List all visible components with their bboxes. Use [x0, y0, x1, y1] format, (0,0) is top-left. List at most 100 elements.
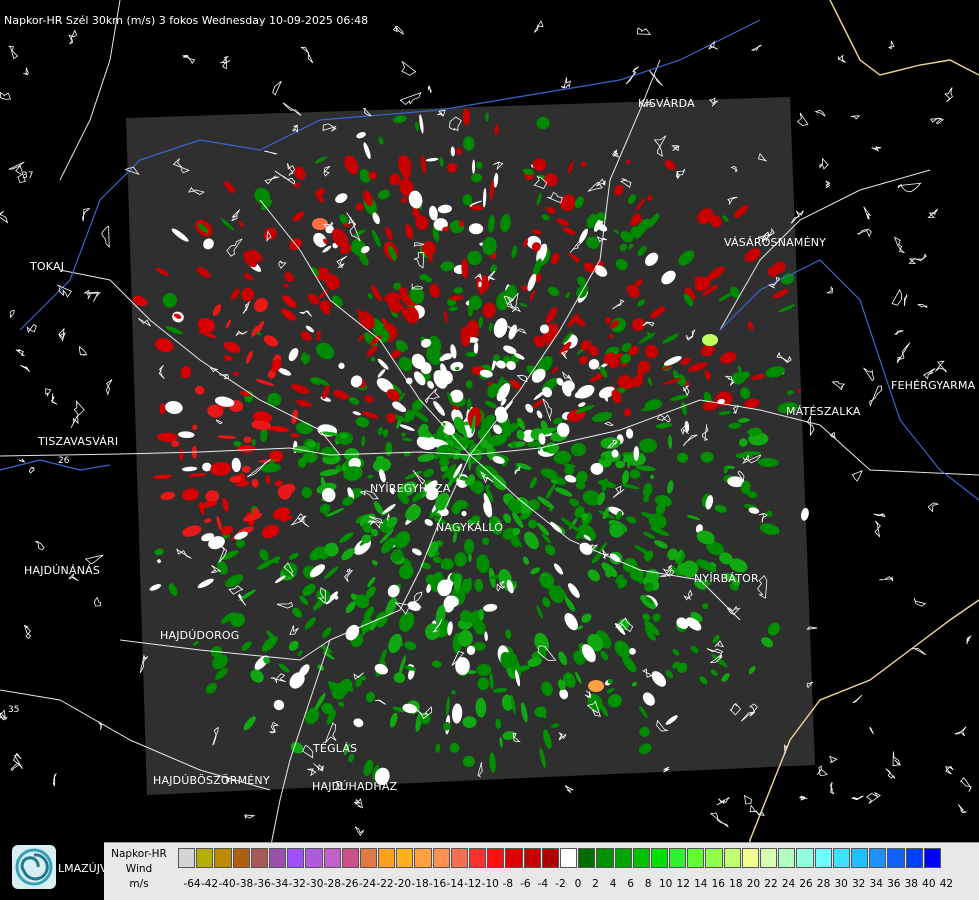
- settlement-outline: [93, 596, 102, 607]
- settlement-outline: [851, 469, 863, 482]
- legend-tick-label: -30: [306, 878, 324, 890]
- legend-swatch: [432, 848, 450, 868]
- settlement-outline: [816, 765, 828, 776]
- settlement-outline: [796, 112, 809, 127]
- legend-tick-label: -14: [446, 878, 464, 890]
- legend-swatch: [323, 848, 341, 868]
- settlement-outline: [0, 714, 8, 721]
- settlement-outline: [887, 40, 895, 50]
- city-label-tiszavasvari: TISZAVASVÁRI: [38, 435, 119, 448]
- legend-tick-label: -28: [323, 878, 341, 890]
- settlement-outline: [751, 45, 762, 51]
- settlement-outline: [9, 310, 15, 319]
- settlement-outline: [874, 520, 881, 538]
- legend-tick-label: -6: [520, 878, 531, 890]
- legend-tick-label: 36: [887, 878, 901, 890]
- legend-swatch: [741, 848, 759, 868]
- settlement-outline: [81, 208, 90, 222]
- settlement-outline: [966, 635, 972, 645]
- legend-swatch: [305, 848, 323, 868]
- legend-swatch: [287, 848, 305, 868]
- settlement-outline: [73, 399, 85, 416]
- settlement-outline: [101, 225, 110, 249]
- settlement-outline: [806, 414, 815, 437]
- legend-swatch: [578, 848, 596, 868]
- settlement-outline: [837, 54, 846, 63]
- city-label-nyiregyhaza: NYÍREGYHÁZA: [370, 482, 451, 495]
- settlement-outline: [52, 773, 57, 787]
- settlement-outline: [927, 502, 939, 513]
- legend-swatch: [596, 848, 614, 868]
- settlement-outline: [353, 798, 363, 809]
- settlement-outline: [636, 27, 651, 35]
- legend-tick-label: -36: [253, 878, 271, 890]
- legend-swatch: [414, 848, 432, 868]
- legend-tick-label: 38: [904, 878, 918, 890]
- legend-swatch: [268, 848, 287, 868]
- legend-swatch: [705, 848, 723, 868]
- settlement-outline: [799, 795, 808, 801]
- settlement-outline: [908, 253, 927, 265]
- settlement-outline: [78, 345, 88, 356]
- settlement-outline: [850, 115, 861, 120]
- legend-swatch: [341, 848, 359, 868]
- road-label-37: 37: [22, 171, 33, 181]
- city-label-fehergyarmat: FEHÉRGYARMA: [891, 379, 976, 392]
- legend-swatch: [778, 848, 796, 868]
- legend-swatch: [760, 848, 778, 868]
- legend-swatch: [178, 848, 196, 868]
- napkor-logo: [12, 845, 56, 889]
- settlement-outline: [957, 804, 968, 814]
- settlement-outline: [851, 795, 864, 801]
- legend-tick-label: 2: [592, 878, 599, 890]
- road-label-35: 35: [8, 705, 19, 715]
- settlement-outline: [869, 385, 883, 407]
- settlement-outline: [8, 161, 25, 170]
- legend-swatch: [505, 848, 523, 868]
- legend-swatch: [650, 848, 669, 868]
- settlement-outline: [869, 726, 874, 735]
- settlement-outline: [891, 288, 903, 306]
- legend-swatch: [614, 848, 632, 868]
- legend-tick-label: 16: [711, 878, 725, 890]
- legend-swatch: [632, 848, 650, 868]
- legend-tick-label: 24: [781, 878, 796, 890]
- city-label-nyirbator: NYÍRBÁTOR: [694, 572, 759, 585]
- settlement-outline: [50, 393, 58, 405]
- color-legend: Napkor-HR Wind m/s -64 -42 -40 -38 -36 -34 -32…: [104, 842, 979, 900]
- settlement-outline: [903, 294, 908, 307]
- legend-tick-label: 30: [834, 878, 848, 890]
- settlement-outline: [806, 626, 818, 630]
- legend-tick-label: 42: [939, 878, 954, 890]
- settlement-outline: [23, 67, 29, 76]
- legend-swatch: [887, 848, 905, 868]
- settlement-outline: [896, 342, 911, 364]
- legend-tick-label: -40: [218, 878, 236, 890]
- settlement-outline: [913, 597, 927, 607]
- legend-swatch: [869, 848, 887, 868]
- settlement-outline: [893, 236, 906, 254]
- legend-swatch: [487, 848, 505, 868]
- settlement-outline: [0, 210, 9, 224]
- settlement-outline: [28, 467, 35, 474]
- settlement-outline: [894, 330, 904, 335]
- settlement-outline: [18, 458, 26, 463]
- settlement-outline: [84, 554, 104, 565]
- radar-echo-highlight: [588, 680, 604, 692]
- legend-title-line: m/s: [129, 878, 149, 890]
- city-label-hajdudorog: HAJDÚDOROG: [160, 629, 240, 642]
- city-label-kisvarda: KISVÁRDA: [638, 97, 695, 110]
- settlement-outline: [960, 777, 972, 792]
- settlement-outline: [0, 91, 11, 100]
- legend-tick-label: -38: [236, 878, 254, 890]
- legend-tick-label: -16: [429, 878, 447, 890]
- settlement-outline: [0, 709, 6, 720]
- settlement-outline: [649, 70, 663, 86]
- legend-tick-label: -8: [502, 878, 514, 890]
- legend-tick-label: 12: [676, 878, 690, 890]
- settlement-outline: [272, 80, 282, 96]
- settlement-outline: [427, 85, 432, 94]
- legend-tick-label: 4: [609, 878, 617, 890]
- legend-swatch: [832, 848, 850, 868]
- settlement-outline: [181, 54, 196, 65]
